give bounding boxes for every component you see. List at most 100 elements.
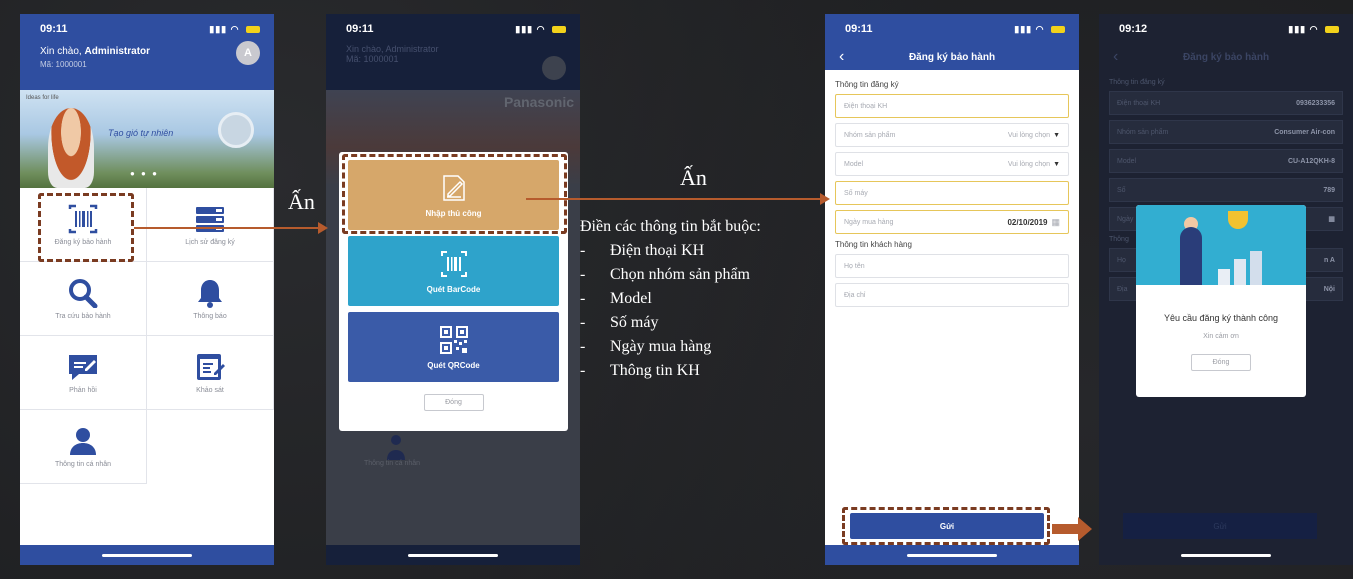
avatar[interactable]: A — [236, 41, 260, 65]
chevron-down-icon: ▼ — [1053, 131, 1060, 139]
close-button[interactable]: Đóng — [423, 394, 484, 411]
bullet: - — [580, 266, 586, 283]
success-subtitle: Xin cảm ơn — [1203, 333, 1239, 340]
address-placeholder: Địa chỉ — [844, 291, 866, 299]
scan-qrcode-label: Quét QRCode — [427, 360, 480, 370]
list-icon — [196, 206, 224, 232]
purchase-date-value: 02/10/2019 — [1007, 217, 1048, 227]
tile-personal-info[interactable]: Thông tin cá nhân — [20, 410, 147, 484]
banner-pagination-dots[interactable]: ● ● ● — [130, 169, 159, 178]
tile-label: Thông báo — [193, 312, 227, 320]
banner-tagline: Ideas for life — [26, 95, 59, 101]
home-indicator — [825, 545, 1079, 565]
status-time: 09:11 — [845, 23, 873, 35]
page-title: Đăng ký bảo hành — [1182, 51, 1270, 63]
home-indicator — [326, 545, 580, 565]
full-name-placeholder: Họ tên — [844, 262, 865, 270]
greeting: Xin chào, Administrator Mã: 1000001 A — [20, 41, 274, 90]
form-row-label: Model — [1117, 157, 1137, 165]
item-text: Số máy — [610, 314, 659, 331]
customer-phone-input[interactable]: Điện thoại KH — [835, 94, 1069, 118]
scan-qrcode-button[interactable]: Quét QRCode — [348, 312, 559, 382]
user-code: Mã: 1000001 — [40, 60, 87, 69]
customer-phone-placeholder: Điện thoại KH — [844, 102, 888, 110]
tile-feedback[interactable]: Phản hồi — [20, 336, 147, 410]
product-group-value: Vui lòng chọn — [1007, 131, 1051, 139]
feedback-icon — [69, 354, 97, 380]
nav-bar: ‹ Đăng ký bảo hành — [1099, 44, 1353, 70]
chevron-down-icon: ▼ — [1053, 160, 1060, 168]
block-arrow-icon — [1052, 517, 1092, 541]
status-bar: 09:12 ▮▮▮ ◠ — [1099, 14, 1353, 44]
purchase-date-input[interactable]: Ngày mua hàng 02/10/2019 ▦ — [835, 210, 1069, 234]
address-input[interactable]: Địa chỉ — [835, 283, 1069, 307]
form-row: Nhóm sản phẩm Consumer Air-con — [1109, 120, 1343, 144]
back-arrow-icon[interactable]: ‹ — [839, 48, 844, 66]
tile-label: Tra cứu bảo hành — [55, 312, 111, 320]
form-row-value: 789 — [1323, 186, 1335, 194]
highlight-send-button — [842, 507, 1050, 545]
serial-number-input[interactable]: Số máy — [835, 181, 1069, 205]
section-register-info: Thông tin đăng ký — [835, 80, 899, 89]
tile-survey[interactable]: Khảo sát — [147, 336, 274, 410]
item-text: Model — [610, 290, 652, 307]
dimmed-brand: Panasonic — [503, 94, 574, 110]
form-row: Điện thoại KH 0936233356 — [1109, 91, 1343, 115]
status-time: 09:12 — [1119, 23, 1148, 35]
dimmed-avatar — [542, 56, 566, 80]
model-select[interactable]: Model Vui lòng chọn ▼ — [835, 152, 1069, 176]
trophy-icon — [1228, 211, 1248, 229]
form-row-value: 0936233356 — [1296, 99, 1335, 107]
item-text: Điện thoại KH — [610, 242, 705, 259]
dimmed-greeting: Xin chào, Administrator — [346, 44, 439, 54]
bullet: - — [580, 362, 586, 379]
tile-label: Khảo sát — [196, 386, 224, 394]
form-row-label: Ngày — [1117, 215, 1134, 223]
required-items: - Điện thoại KH - Chọn nhóm sản phẩm - Mode… — [580, 239, 761, 383]
full-name-input[interactable]: Họ tên — [835, 254, 1069, 278]
home-indicator — [20, 545, 274, 565]
scan-barcode-button[interactable]: Quét BarCode — [348, 236, 559, 306]
success-dialog: Yêu cầu đăng ký thành công Xin cảm ơn Đó… — [1136, 205, 1306, 397]
bar-growth-icon — [1218, 251, 1262, 285]
tile-warranty-lookup[interactable]: Tra cứu bảo hành — [20, 262, 147, 336]
section-customer-info: Thông tin khách hàng — [835, 240, 912, 249]
form-row-value: n A — [1323, 256, 1335, 264]
item-text: Chọn nhóm sản phẩm — [610, 266, 750, 283]
arrow-line — [526, 198, 824, 200]
calendar-icon[interactable]: ▦ — [1051, 217, 1060, 227]
back-arrow-icon[interactable]: ‹ — [1113, 48, 1118, 66]
bullet: - — [580, 242, 586, 259]
promo-banner[interactable]: Ideas for life Tạo gió tự nhiên ● ● ● — [20, 90, 274, 188]
scan-barcode-label: Quét BarCode — [426, 284, 481, 294]
home-indicator — [1099, 545, 1353, 565]
form-row-label: Họ — [1117, 256, 1126, 264]
status-time: 09:11 — [40, 23, 68, 35]
send-instruction: Sau khi hoàn tất điền thông tin -> Ấn “G… — [833, 441, 1057, 493]
tile-register-history[interactable]: Lịch sử đăng ký — [147, 188, 274, 262]
product-group-select[interactable]: Nhóm sản phẩm Vui lòng chọn ▼ — [835, 123, 1069, 147]
success-title: Yêu cầu đăng ký thành công — [1163, 313, 1279, 323]
bullet: - — [580, 338, 586, 355]
required-intro: Điền các thông tin bắt buộc: — [580, 218, 761, 235]
list-item: - Điện thoại KH — [580, 239, 761, 263]
note-line-1: Sau khi hoàn tất điền — [869, 444, 1021, 464]
list-item: - Chọn nhóm sản phẩm — [580, 263, 761, 287]
caption-press-2: Ấn — [680, 165, 707, 190]
form-row-label: Nhóm sản phẩm — [1117, 128, 1169, 136]
tile-notifications[interactable]: Thông báo — [147, 262, 274, 336]
list-item: - Ngày mua hàng — [580, 335, 761, 359]
bullet: - — [580, 314, 586, 331]
form-row-label: Số — [1117, 186, 1126, 194]
nav-bar: ‹ Đăng ký bảo hành — [825, 44, 1079, 70]
dimmed-send-button: Gửi — [1123, 513, 1317, 539]
close-button[interactable]: Đóng — [1191, 354, 1251, 371]
person-icon — [70, 427, 96, 455]
form-row-value: Nội — [1323, 285, 1335, 293]
arrow-line — [134, 227, 322, 229]
bell-icon — [198, 279, 222, 308]
section-register-info: Thông tin đăng ký — [1109, 79, 1165, 86]
status-bar: 09:11 ▮▮▮ ◠ — [326, 14, 580, 44]
tile-label: Phản hồi — [69, 386, 97, 394]
greeting-name: Administrator — [84, 46, 151, 57]
